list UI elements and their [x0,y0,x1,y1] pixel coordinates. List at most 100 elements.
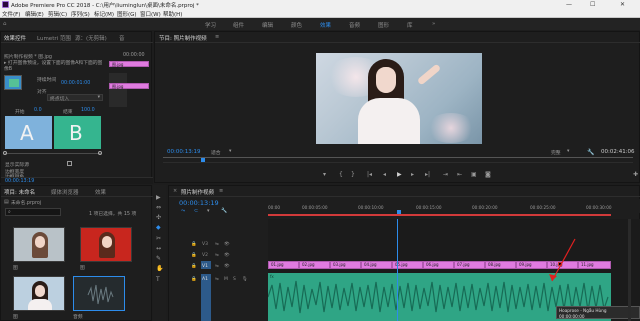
panel-menu-icon[interactable]: ≡ [219,188,223,194]
clip[interactable]: 01.jpg [268,261,299,269]
rate-stretch-tool-icon[interactable]: ◆ [156,225,161,231]
tab-project[interactable]: 项目: 未命名 [4,188,35,196]
button-editor-icon[interactable]: ✚ [633,172,638,178]
step-back-icon[interactable]: ◂ [383,172,386,178]
wrench-icon[interactable]: 🔧 [587,149,594,156]
workspace-tab-color[interactable]: 颜色 [291,21,302,29]
comparison-view-icon[interactable]: ◙ [485,172,491,178]
start-value[interactable]: 0.0 [34,108,42,113]
workspace-tab-learn[interactable]: 学习 [205,21,216,29]
panel-menu-icon[interactable]: ≡ [215,34,219,40]
clip[interactable]: 02.jpg [299,261,330,269]
timeline-timecode[interactable]: 00:00:13:19 [179,199,219,207]
workspace-tab-edit[interactable]: 编辑 [262,21,273,29]
tab-effects[interactable]: 效果 [95,188,106,196]
lock-icon[interactable]: 🔒 [191,253,197,258]
workspace-tab-assembly[interactable]: 组件 [233,21,244,29]
menu-marker[interactable]: 标记(M) [94,10,114,18]
play-icon[interactable]: ▶ [397,172,402,178]
menu-sequence[interactable]: 序列(S) [71,10,90,18]
program-timecode[interactable]: 00:00:13:19 [167,149,201,155]
project-thumb-audio[interactable] [73,276,125,311]
sync-lock-icon[interactable]: ⇋ [215,264,219,269]
pen-tool-icon[interactable]: ✎ [156,256,161,262]
sync-lock-icon[interactable]: ⇋ [215,242,219,247]
tab-source[interactable]: 源：(无剪辑) [75,34,107,42]
eye-icon[interactable]: 👁 [224,253,230,258]
clip[interactable]: 03.jpg [330,261,361,269]
workspace-tab-effects[interactable]: 效果 [320,21,331,29]
quality-select[interactable]: 完整 [551,149,561,156]
razor-tool-icon[interactable]: ✂ [156,236,161,242]
tab-audio-mixer[interactable]: 音 [119,34,125,42]
menu-window[interactable]: 窗口(W) [140,10,161,18]
duration-value[interactable]: 00:00:01:00 [61,81,90,86]
project-thumb-1[interactable] [13,227,65,262]
timeline-playhead[interactable] [397,219,398,321]
timeline-ruler[interactable]: 00:00 00:00:05:00 00:00:10:00 00:00:15:0… [268,199,640,213]
track-area[interactable]: 01.jpg 02.jpg 03.jpg 04.jpg 05.jpg 06.jp… [268,219,640,321]
tab-timeline[interactable]: 照片制作视频 [181,188,214,196]
workspace-tab-libraries[interactable]: 库 [407,21,413,29]
selection-tool-icon[interactable]: ▶ [156,195,161,201]
menu-clip[interactable]: 剪辑(C) [48,10,67,18]
mute-button[interactable]: M [224,277,228,282]
menu-graphics[interactable]: 图形(G) [117,10,137,18]
clip[interactable]: 08.jpg [485,261,516,269]
close-button[interactable]: ✕ [620,1,625,8]
wrench-icon[interactable]: 🔧 [221,209,227,214]
lock-icon[interactable]: 🔒 [191,264,197,269]
preview-slider-handle-right[interactable] [98,151,102,155]
tab-media-browser[interactable]: 媒体浏览器 [51,188,79,196]
menu-edit[interactable]: 编辑(E) [25,10,44,18]
add-marker-icon[interactable]: ▾ [323,172,326,178]
lift-icon[interactable]: ⇥ [443,172,448,178]
alignment-select[interactable]: 终点切入 ▾ [47,94,103,102]
clip[interactable]: 06.jpg [423,261,454,269]
end-value[interactable]: 100.0 [81,108,95,113]
preview-slider[interactable] [5,153,101,154]
microphone-icon[interactable]: 🎙 [242,277,248,282]
timeline-playhead-handle[interactable] [397,210,401,214]
program-zoom-bar[interactable] [163,162,633,163]
tab-lumetri-scopes[interactable]: Lumetri 范围 [37,34,71,42]
ripple-edit-tool-icon[interactable]: ✣ [156,215,161,221]
lock-icon[interactable]: 🔒 [191,242,197,247]
workspace-tab-graphics[interactable]: 图形 [378,21,389,29]
extract-icon[interactable]: ⇤ [457,172,462,178]
workspace-tab-audio[interactable]: 音频 [349,21,360,29]
eye-icon[interactable]: 👁 [224,264,230,269]
menu-file[interactable]: 文件(F) [2,10,20,18]
tab-effect-controls[interactable]: 效果控件 [4,34,26,42]
mark-out-icon[interactable]: } [351,172,355,178]
clip[interactable]: 04.jpg [361,261,392,269]
preview-slider-handle-left[interactable] [3,151,7,155]
sync-lock-icon[interactable]: ⇋ [215,277,219,282]
project-thumb-2[interactable] [80,227,132,262]
go-to-in-icon[interactable]: |◂ [367,172,372,178]
track-select-tool-icon[interactable]: ⇔ [156,205,161,211]
mark-in-icon[interactable]: { [339,172,343,178]
hand-tool-icon[interactable]: ✋ [156,266,163,272]
step-forward-icon[interactable]: ▸ [411,172,414,178]
show-actual-source-checkbox[interactable] [67,161,72,166]
eye-icon[interactable]: 👁 [224,242,230,247]
export-frame-icon[interactable]: ▣ [471,172,477,178]
more-workspaces-icon[interactable]: » [432,21,435,27]
menu-help[interactable]: 帮助(H) [163,10,182,18]
home-icon[interactable]: ⌂ [3,21,7,27]
tab-program-monitor[interactable]: 节目: 照片制作视频 [159,34,207,42]
close-icon[interactable]: × [173,188,177,194]
work-area-bar[interactable] [268,214,611,216]
minimize-button[interactable]: — [566,1,572,8]
slip-tool-icon[interactable]: ↔ [156,246,161,252]
timeline-scrollbar[interactable] [628,219,631,321]
program-scrub-bar[interactable] [163,157,633,158]
type-tool-icon[interactable]: T [156,277,160,283]
lock-icon[interactable]: 🔒 [191,277,197,282]
snap-icon[interactable]: ⤳ [181,209,185,214]
add-marker-icon[interactable]: ▾ [207,209,210,214]
maximize-button[interactable]: ☐ [590,1,595,8]
clip[interactable]: 07.jpg [454,261,485,269]
go-to-out-icon[interactable]: ▸| [425,172,430,178]
